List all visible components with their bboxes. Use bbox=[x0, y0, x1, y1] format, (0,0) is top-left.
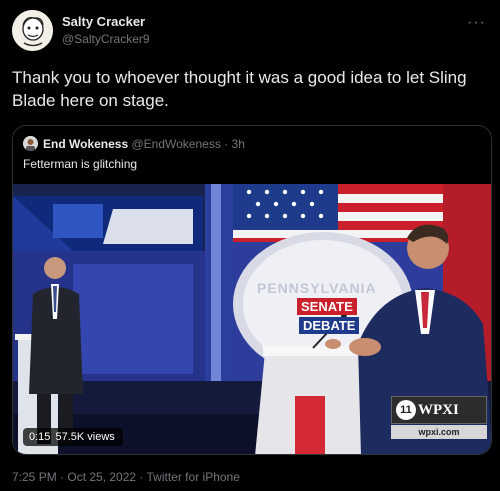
tweet-timestamp[interactable]: 7:25 PM · Oct 25, 2022 · Twitter for iPh… bbox=[12, 470, 240, 484]
station-name: WPXI bbox=[418, 401, 459, 418]
quoted-tweet-text: Fetterman is glitching bbox=[23, 157, 138, 171]
quoted-author-handle[interactable]: @EndWokeness bbox=[131, 137, 220, 151]
sign-line-debate: DEBATE bbox=[299, 317, 360, 334]
quoted-tweet-header: End Wokeness @EndWokeness · 3h bbox=[23, 136, 245, 152]
video-player[interactable]: PENNSYLVANIA SENATE DEBATE 11 WPXI wpxi.… bbox=[13, 184, 491, 454]
quoted-author-name[interactable]: End Wokeness bbox=[43, 137, 128, 151]
author-avatar[interactable] bbox=[12, 10, 53, 51]
avatar-icon bbox=[23, 136, 38, 151]
video-duration: 0:15 bbox=[29, 431, 51, 443]
author-name[interactable]: Salty Cracker bbox=[62, 14, 145, 29]
author-handle[interactable]: @SaltyCracker9 bbox=[62, 32, 150, 46]
video-info-badge: 0:15 57.5K views bbox=[23, 428, 123, 446]
sign-line-pennsylvania: PENNSYLVANIA bbox=[257, 280, 377, 296]
station-url: wpxi.com bbox=[391, 425, 487, 439]
sign-line-senate: SENATE bbox=[297, 298, 357, 315]
station-watermark: 11 WPXI bbox=[391, 396, 487, 424]
quoted-tweet-time[interactable]: 3h bbox=[232, 137, 245, 151]
cartoon-avatar-icon bbox=[12, 10, 53, 51]
station-logo-icon: 11 bbox=[396, 400, 416, 420]
quoted-tweet[interactable]: End Wokeness @EndWokeness · 3h Fetterman… bbox=[12, 125, 492, 455]
separator-dot: · bbox=[224, 137, 229, 151]
tweet-header: Salty Cracker @SaltyCracker9 ··· bbox=[12, 10, 488, 52]
more-dots-icon[interactable]: ··· bbox=[467, 14, 486, 32]
quoted-author-avatar[interactable] bbox=[23, 136, 38, 151]
video-views: 57.5K views bbox=[55, 431, 115, 443]
tweet-text: Thank you to whoever thought it was a go… bbox=[12, 68, 467, 110]
